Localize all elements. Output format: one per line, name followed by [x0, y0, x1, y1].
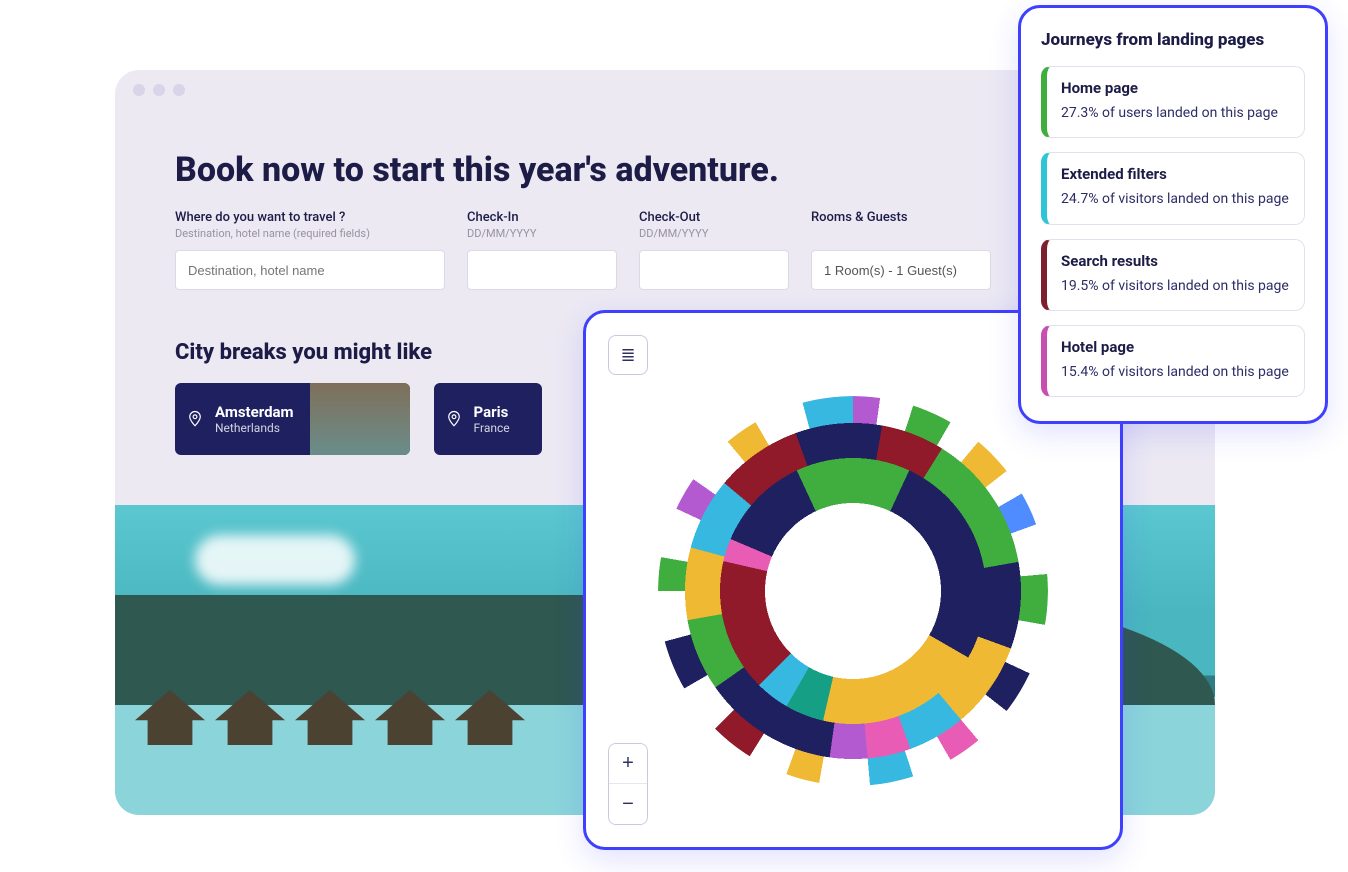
field-label: Check-Out — [639, 210, 789, 225]
city-card-paris[interactable]: Paris France — [434, 383, 542, 455]
journeys-panel: Journeys from landing pages Home page 27… — [1018, 5, 1328, 424]
location-pin-icon — [175, 410, 215, 428]
checkout-field: Check-Out DD/MM/YYYY — [639, 210, 789, 290]
checkout-input[interactable] — [639, 250, 789, 290]
destination-field: Where do you want to travel ? Destinatio… — [175, 210, 445, 290]
window-dot — [153, 84, 165, 96]
city-card-amsterdam[interactable]: Amsterdam Netherlands — [175, 383, 410, 455]
journey-card-title: Search results — [1061, 252, 1290, 270]
journey-card-search[interactable]: Search results 19.5% of visitors landed … — [1041, 239, 1305, 311]
journey-card-title: Hotel page — [1061, 338, 1290, 356]
window-dot — [133, 84, 145, 96]
search-form: Where do you want to travel ? Destinatio… — [175, 210, 1155, 290]
journey-card-subtitle: 24.7% of visitors landed on this page — [1061, 189, 1290, 209]
field-label: Where do you want to travel ? — [175, 210, 445, 225]
location-pin-icon — [434, 410, 474, 428]
cloud-decoration — [195, 535, 355, 585]
checkin-input[interactable] — [467, 250, 617, 290]
window-dot — [173, 84, 185, 96]
city-name: Amsterdam — [215, 403, 294, 421]
country-name: Netherlands — [215, 421, 294, 435]
sunburst-chart[interactable] — [658, 396, 1048, 786]
journey-card-filters[interactable]: Extended filters 24.7% of visitors lande… — [1041, 152, 1305, 224]
journey-card-subtitle: 19.5% of visitors landed on this page — [1061, 276, 1290, 296]
city-name: Paris — [474, 403, 510, 421]
zoom-in-button[interactable]: + — [609, 744, 647, 784]
field-hint — [811, 227, 991, 240]
destination-input[interactable] — [175, 250, 445, 290]
zoom-out-button[interactable]: − — [609, 784, 647, 824]
journeys-title: Journeys from landing pages — [1041, 30, 1305, 50]
journey-card-subtitle: 27.3% of users landed on this page — [1061, 103, 1290, 123]
list-toggle-button[interactable]: ≣ — [608, 335, 648, 375]
field-hint: DD/MM/YYYY — [467, 227, 617, 240]
list-icon: ≣ — [620, 345, 635, 366]
checkin-field: Check-In DD/MM/YYYY — [467, 210, 617, 290]
field-hint: Destination, hotel name (required fields… — [175, 227, 445, 240]
field-label: Check-In — [467, 210, 617, 225]
journey-card-subtitle: 15.4% of visitors landed on this page — [1061, 362, 1290, 382]
page-title: Book now to start this year's adventure. — [175, 150, 1155, 190]
country-name: France — [474, 421, 510, 435]
journey-card-title: Extended filters — [1061, 165, 1290, 183]
field-hint: DD/MM/YYYY — [639, 227, 789, 240]
city-card-text: Paris France — [474, 403, 526, 435]
zoom-controls: + − — [608, 743, 648, 825]
field-label: Rooms & Guests — [811, 210, 991, 225]
journey-card-hotel[interactable]: Hotel page 15.4% of visitors landed on t… — [1041, 325, 1305, 397]
city-card-text: Amsterdam Netherlands — [215, 403, 310, 435]
journey-card-home[interactable]: Home page 27.3% of users landed on this … — [1041, 66, 1305, 138]
rooms-field: Rooms & Guests — [811, 210, 991, 290]
journey-card-title: Home page — [1061, 79, 1290, 97]
city-thumbnail — [310, 383, 410, 455]
rooms-input[interactable] — [811, 250, 991, 290]
